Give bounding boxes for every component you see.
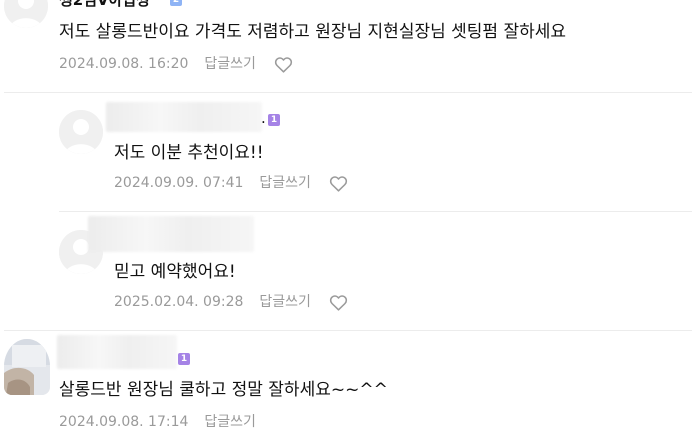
reply-button[interactable]: 답글쓰기 xyxy=(259,293,311,311)
comment-date: 2024.09.08. 17:14 xyxy=(59,414,189,430)
author-name-blurred[interactable] xyxy=(106,102,262,132)
comment-divider xyxy=(59,211,692,212)
comment-text: 살롱드반 원장님 쿨하고 정말 잘하세요~~^^ xyxy=(59,380,388,400)
comment-date: 2024.09.08. 16:20 xyxy=(59,56,189,72)
comment-divider xyxy=(4,92,692,93)
heart-outline-icon[interactable] xyxy=(274,56,293,73)
comment-author-suffix: . xyxy=(261,109,266,127)
comment-meta: 2024.09.08. 16:20 답글쓰기 xyxy=(59,55,293,73)
comment-date: 2024.09.09. 07:41 xyxy=(114,175,244,191)
author-badge: 1 xyxy=(268,114,280,126)
comment-date: 2025.02.04. 09:28 xyxy=(114,294,244,310)
comment-author[interactable]: 쩡2님V아빱쌍 xyxy=(59,0,150,9)
reply-button[interactable]: 답글쓰기 xyxy=(204,55,256,73)
reply-button[interactable]: 답글쓰기 xyxy=(204,413,256,431)
profile-photo[interactable] xyxy=(4,339,50,395)
profile-photo xyxy=(4,339,50,395)
author-badge: 2 xyxy=(170,0,182,6)
comment-text: 저도 살롱드반이요 가격도 저렴하고 원장님 지현실장님 셋팅펌 잘하세요 xyxy=(59,22,567,42)
comment-meta: 2025.02.04. 09:28 답글쓰기 xyxy=(114,293,348,311)
default-avatar-icon xyxy=(4,0,48,28)
comment-text: 저도 이분 추천이요!! xyxy=(114,143,264,163)
heart-outline-icon[interactable] xyxy=(329,175,348,192)
comment-text: 믿고 예약했어요! xyxy=(114,262,236,282)
comment-avatar[interactable] xyxy=(4,0,48,28)
comment-avatar[interactable] xyxy=(59,110,103,154)
author-name-blurred[interactable] xyxy=(88,216,254,252)
author-name-blurred[interactable] xyxy=(57,335,177,369)
comment-meta: 2024.09.08. 17:14 답글쓰기 xyxy=(59,413,256,431)
author-badge: 1 xyxy=(178,353,190,365)
comment-divider xyxy=(4,330,692,331)
reply-button[interactable]: 답글쓰기 xyxy=(259,174,311,192)
comment-meta: 2024.09.09. 07:41 답글쓰기 xyxy=(114,174,348,192)
default-avatar-icon xyxy=(59,110,103,154)
heart-outline-icon[interactable] xyxy=(329,294,348,311)
